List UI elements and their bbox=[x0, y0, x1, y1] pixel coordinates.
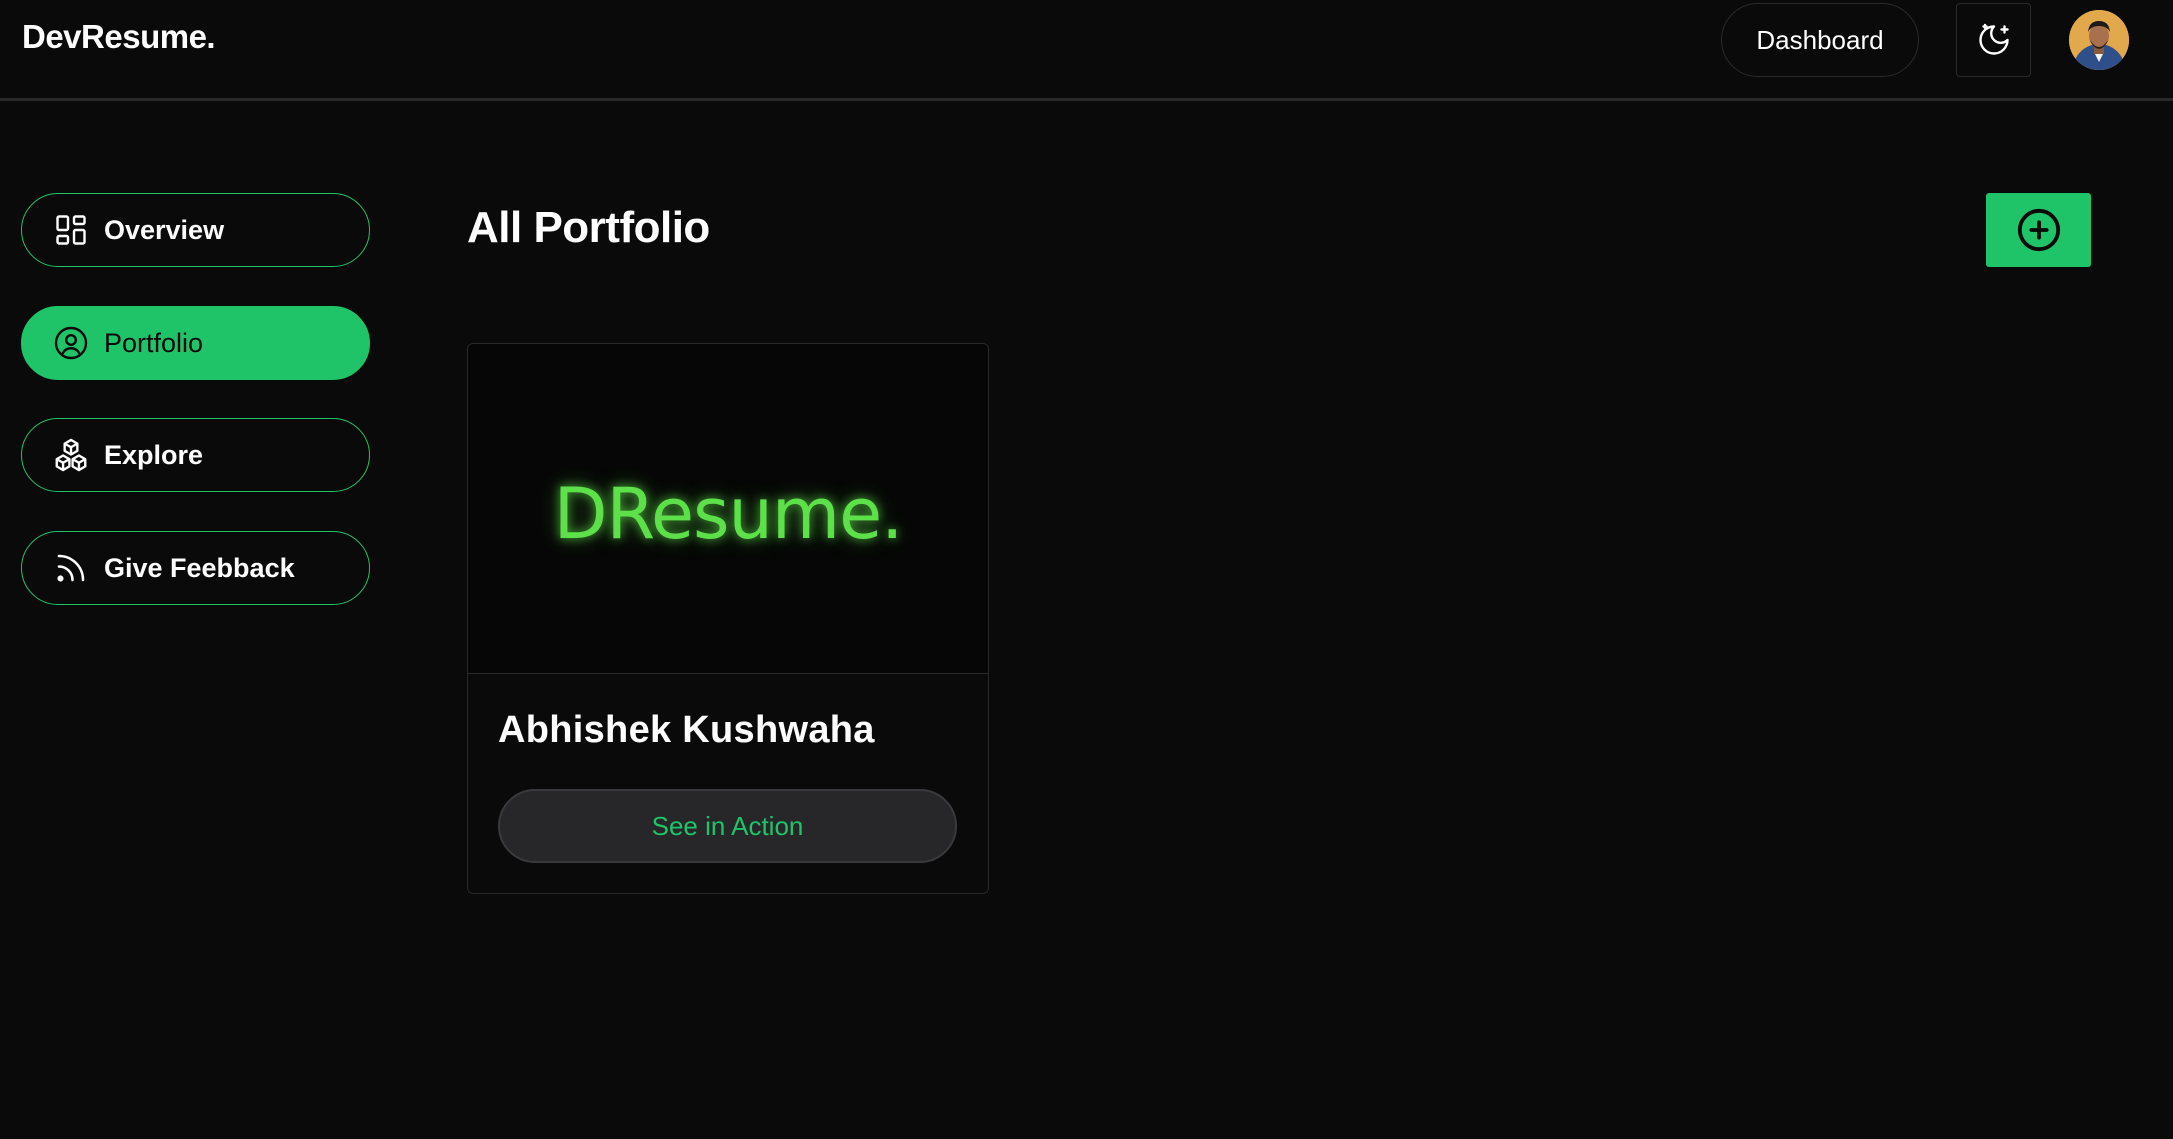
see-in-action-button[interactable]: See in Action bbox=[498, 789, 957, 863]
add-portfolio-button[interactable] bbox=[1986, 193, 2091, 267]
boxes-icon bbox=[52, 436, 90, 474]
sidebar-item-label: Give Feebback bbox=[104, 552, 295, 583]
portfolio-card: DResume. Abhishek Kushwaha See in Action bbox=[467, 343, 989, 894]
avatar-image-icon bbox=[2069, 10, 2129, 70]
sidebar-item-explore[interactable]: Explore bbox=[21, 418, 370, 492]
plus-circle-icon bbox=[2017, 208, 2060, 252]
portfolio-owner-name: Abhishek Kushwaha bbox=[498, 709, 875, 751]
sidebar-item-label: Explore bbox=[104, 439, 204, 470]
theme-toggle-button[interactable] bbox=[1956, 3, 2031, 77]
sidebar-item-overview[interactable]: Overview bbox=[21, 193, 370, 267]
thumbnail-logo-text: DResume. bbox=[553, 472, 904, 555]
user-avatar[interactable] bbox=[2069, 10, 2129, 70]
sidebar-item-feedback[interactable]: Give Feebback bbox=[21, 531, 370, 605]
sidebar-item-portfolio[interactable]: Portfolio bbox=[21, 306, 370, 380]
rss-icon bbox=[52, 549, 90, 587]
sidebar-item-label: Portfolio bbox=[104, 327, 204, 358]
dashboard-button[interactable]: Dashboard bbox=[1721, 3, 1919, 77]
app-logo[interactable]: DevResume. bbox=[22, 18, 216, 56]
page-title: All Portfolio bbox=[467, 203, 710, 252]
sidebar-item-label: Overview bbox=[104, 214, 225, 245]
moon-stars-icon bbox=[1978, 23, 2009, 55]
user-circle-icon bbox=[52, 324, 90, 362]
top-header: DevResume. Dashboard bbox=[0, 0, 2173, 101]
layout-grid-icon bbox=[52, 211, 90, 249]
portfolio-thumbnail: DResume. bbox=[468, 344, 988, 674]
